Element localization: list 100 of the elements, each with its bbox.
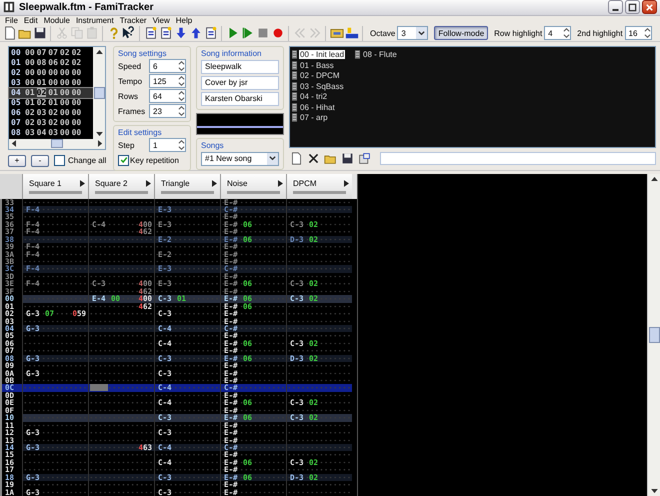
frame-cell[interactable]: 00 [60, 128, 70, 137]
pattern-cell[interactable] [286, 444, 352, 452]
pattern-cell[interactable] [154, 466, 220, 474]
pattern-cell[interactable] [88, 406, 154, 414]
number-field[interactable]: 1 [149, 138, 186, 152]
pattern-cell[interactable] [154, 288, 220, 296]
spin-arrows-icon[interactable] [178, 139, 185, 151]
text-field[interactable]: Karsten Obarski [201, 92, 279, 106]
frame-cell[interactable]: 03 [36, 108, 46, 117]
pattern-cell[interactable] [22, 318, 88, 325]
list-item[interactable]: 08 - Flute [362, 50, 398, 59]
close-button[interactable] [642, 0, 657, 14]
frame-cell[interactable]: 01 [36, 78, 46, 87]
scroll-thumb[interactable] [51, 139, 63, 148]
pattern-cell[interactable] [154, 198, 220, 206]
pattern-cell[interactable] [22, 295, 88, 303]
number-field[interactable]: 6 [149, 59, 186, 73]
menu-item[interactable]: File [2, 16, 21, 26]
pattern-cell[interactable] [88, 481, 154, 489]
frame-cell[interactable]: 00 [60, 108, 70, 117]
pointer-question-icon[interactable] [121, 26, 136, 40]
pattern-cell[interactable] [22, 422, 88, 430]
frame-cell[interactable]: 00 [72, 68, 82, 77]
frame-list[interactable]: 00 00 07 07 02 02 01 00 08 06 02 02 02 00 00 00 00 00 03 00 01 00 00 00 04 01 02 01 00 00 05 01 02 01 00 00 06 02 03 02 00 00 07 02 03 02 00 00 08 03 04 03 00 00 [9, 46, 93, 138]
text-field[interactable]: Sleepwalk [201, 60, 279, 74]
frame-cell[interactable]: 04 [36, 128, 46, 137]
frame-cell[interactable]: 02 [25, 108, 35, 117]
pattern-cell[interactable] [88, 466, 154, 474]
frame-cell[interactable]: 00 [72, 118, 82, 127]
frame-cell[interactable]: 02 [60, 48, 70, 57]
frame-cell[interactable]: 00 [72, 108, 82, 117]
song-select[interactable]: #1 New song [201, 152, 279, 166]
vertical-scrollbar[interactable] [647, 174, 660, 496]
octave-select[interactable]: 3 [397, 26, 428, 40]
scroll-thumb[interactable] [648, 326, 660, 343]
pattern-cell[interactable] [154, 302, 220, 310]
horizontal-scrollbar[interactable] [9, 138, 105, 148]
frame-cell[interactable]: 00 [60, 78, 70, 87]
pattern-cell[interactable] [88, 422, 154, 430]
add-frame-button[interactable]: + [8, 154, 26, 166]
list-item[interactable]: 04 - tri2 [299, 92, 328, 101]
pattern-cell[interactable] [154, 228, 220, 236]
pattern-cell[interactable] [22, 272, 88, 280]
follow-mode-button[interactable]: Follow-mode [434, 26, 488, 40]
channel-header[interactable]: Triangle [154, 174, 220, 198]
pattern-cell[interactable] [22, 347, 88, 355]
frame-cell[interactable]: 00 [25, 68, 35, 77]
frame-cell[interactable]: 03 [36, 118, 46, 127]
list-item[interactable]: 01 - Bass [299, 60, 335, 70]
frame-cell[interactable]: 08 [36, 58, 46, 67]
pattern-cell[interactable] [22, 481, 88, 489]
spin-arrows-icon[interactable] [563, 27, 570, 39]
pattern-cell[interactable] [88, 362, 154, 370]
pattern-cell[interactable] [22, 362, 88, 370]
pattern-cell[interactable] [154, 362, 220, 370]
pattern-cell[interactable] [88, 414, 154, 422]
frame-cell[interactable]: 00 [60, 118, 70, 127]
minimize-button[interactable] [608, 0, 623, 14]
pattern-cell[interactable] [22, 213, 88, 221]
frame-cell[interactable]: 07 [36, 48, 46, 57]
menu-item[interactable]: View [150, 16, 173, 26]
pattern-cell[interactable] [88, 436, 154, 444]
frame-cell[interactable]: 00 [72, 98, 82, 107]
pattern-cell[interactable] [88, 324, 154, 332]
frame-cell[interactable]: 00 [25, 48, 35, 57]
list-item[interactable]: 03 - SqBass [299, 82, 345, 90]
vertical-scrollbar[interactable] [93, 46, 105, 138]
pattern-cell[interactable] [88, 384, 154, 392]
list-item[interactable]: 07 - arp [299, 113, 329, 122]
scroll-thumb[interactable] [94, 86, 104, 98]
pattern-cell[interactable] [154, 422, 220, 430]
pattern-cell[interactable] [154, 392, 220, 400]
pattern-cell[interactable] [154, 243, 220, 251]
pattern-cell[interactable] [154, 451, 220, 459]
pattern-cell[interactable] [22, 236, 88, 244]
list-item[interactable]: 00 - Init lead [299, 50, 346, 59]
pattern-cell[interactable] [22, 451, 88, 459]
spin-arrows-icon[interactable] [178, 60, 185, 72]
frame-cell[interactable]: 06 [48, 58, 58, 67]
pattern-cell[interactable] [88, 206, 154, 214]
spin-arrows-icon[interactable] [644, 27, 651, 39]
instrument-name-field[interactable] [380, 152, 656, 164]
frame-cell[interactable]: 01 [25, 88, 35, 97]
play-icon[interactable] [240, 26, 255, 40]
frame-cell[interactable]: 01 [25, 98, 35, 107]
pattern-cell[interactable] [22, 392, 88, 400]
change-all-checkbox[interactable] [54, 155, 65, 166]
scroll-down-icon[interactable] [650, 489, 658, 494]
frame-cell[interactable]: 01 [48, 98, 58, 107]
pattern-cell[interactable] [22, 406, 88, 414]
pattern-cell[interactable] [88, 354, 154, 362]
frame-cell[interactable]: 02 [72, 48, 82, 57]
pattern-cell[interactable] [22, 414, 88, 422]
scroll-up-icon[interactable] [650, 176, 658, 180]
page-star-icon[interactable] [143, 26, 158, 40]
pattern-cell[interactable] [22, 377, 88, 384]
frame-cell[interactable]: 07 [48, 48, 58, 57]
pattern-cell[interactable] [286, 198, 352, 206]
frame-cell[interactable]: 00 [48, 78, 58, 87]
pattern-cell[interactable] [22, 302, 88, 310]
